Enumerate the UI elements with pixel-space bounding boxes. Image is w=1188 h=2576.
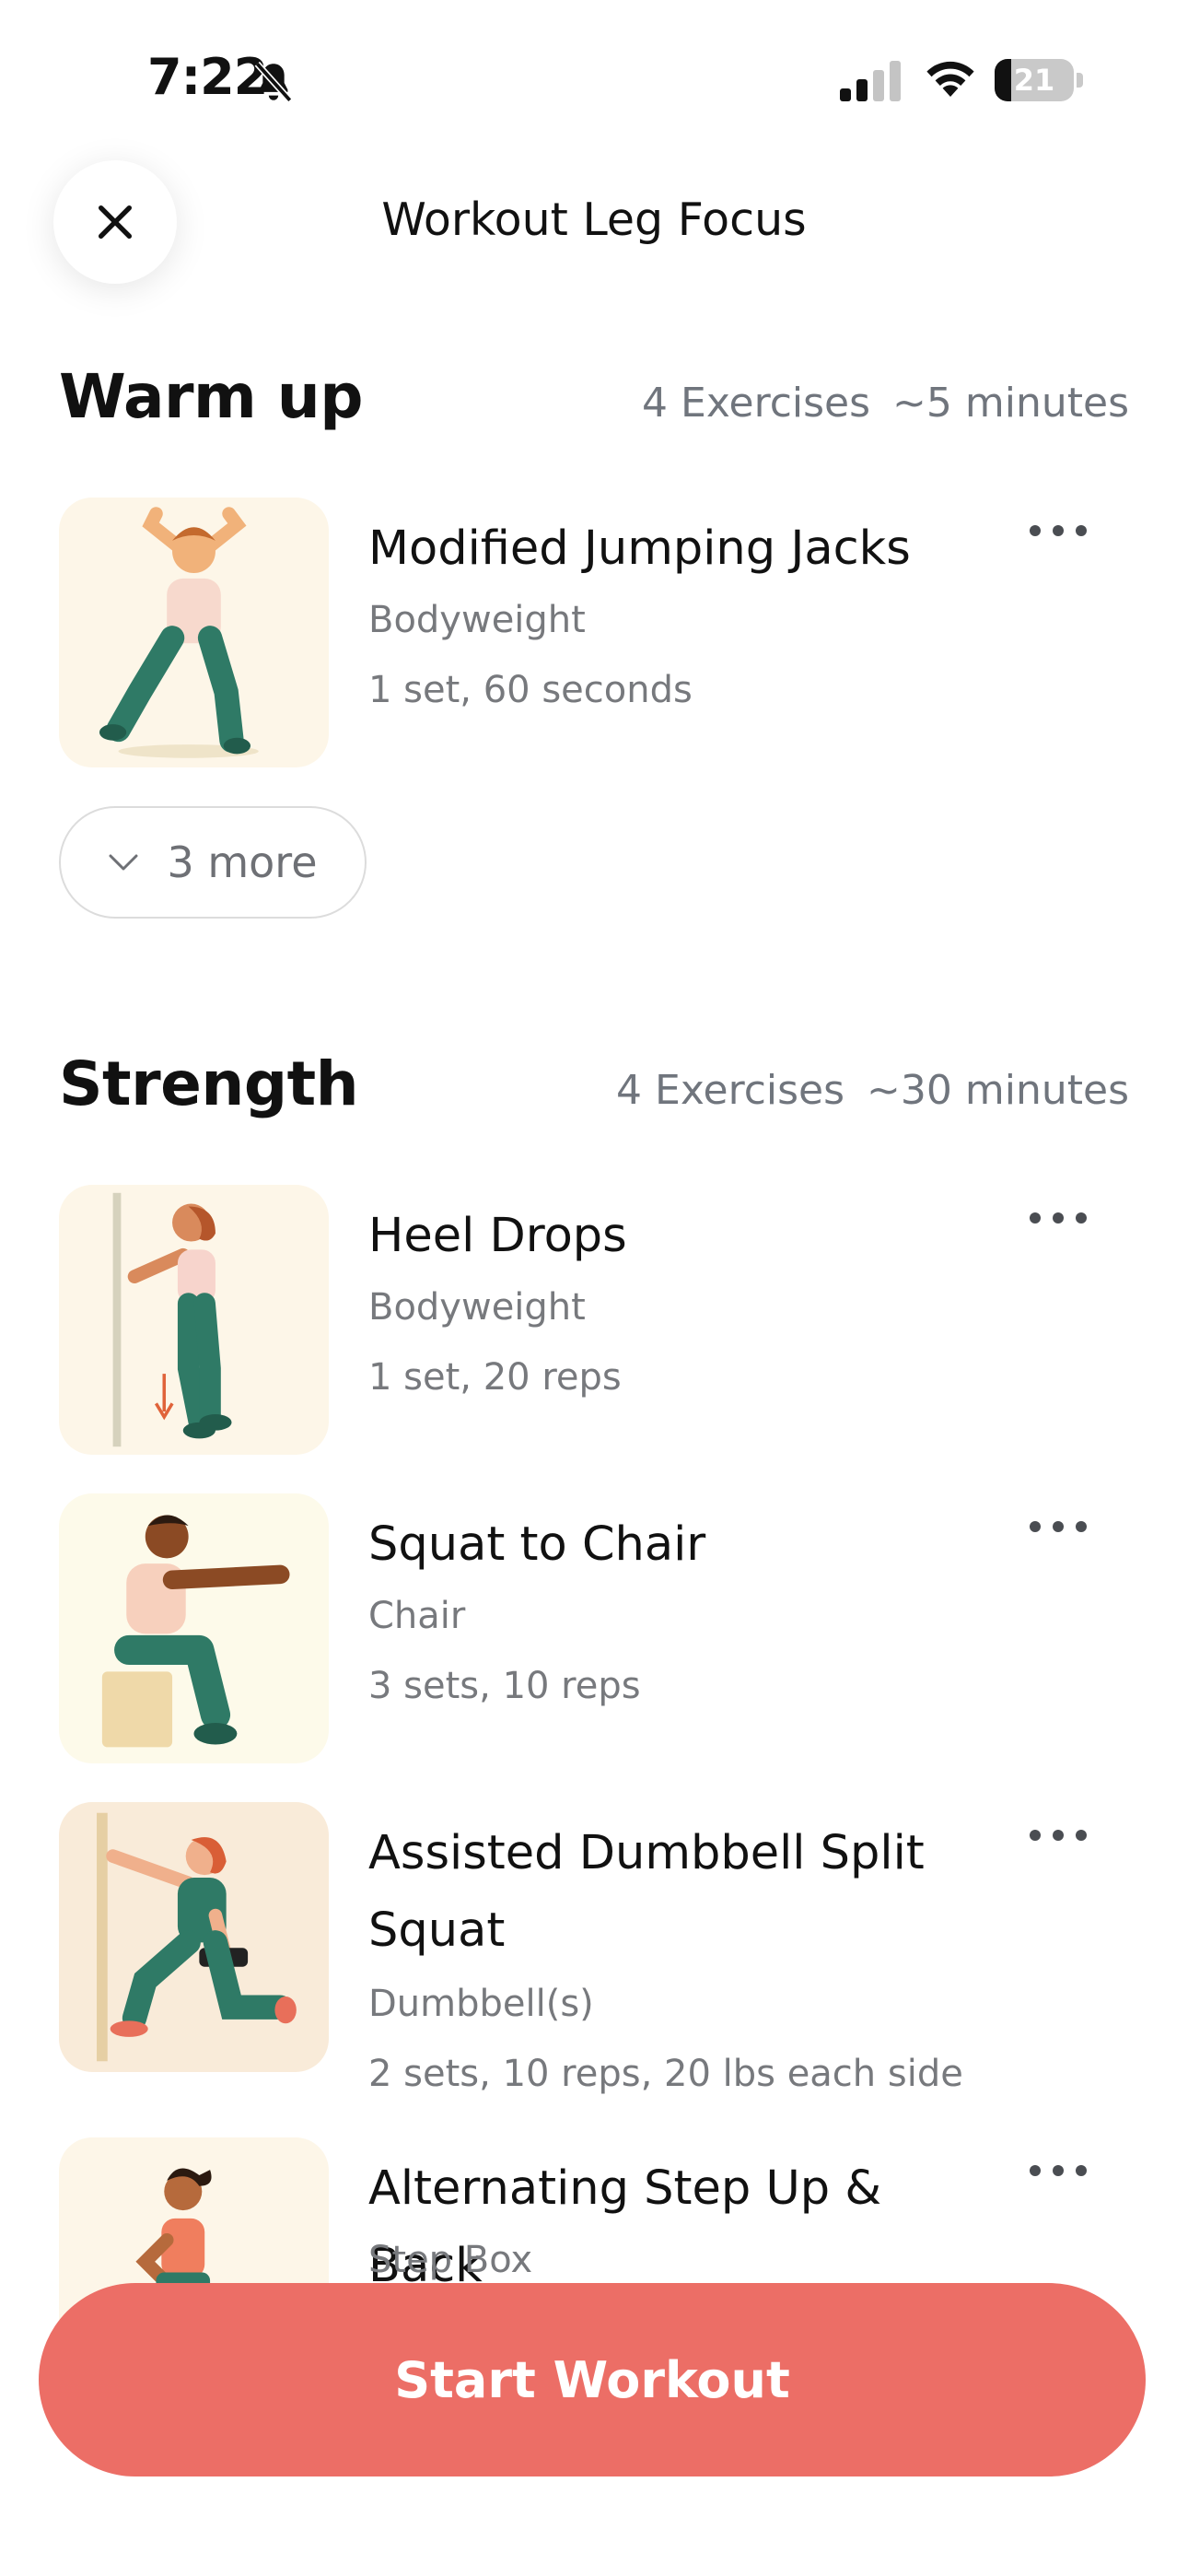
exercise-name: Heel Drops [368,1209,627,1263]
exercise-thumbnail [59,1493,329,1763]
exercise-name: Alternating Step Up & Back [368,2161,882,2293]
exercise-detail: 1 set, 60 seconds [368,669,693,711]
section-meta-warm-up: 4 Exercises ~5 minutes [642,380,1129,427]
exercise-equipment: Chair [368,1595,466,1637]
bell-slash-icon [254,61,293,103]
more-options-icon[interactable] [1030,1824,1087,1846]
cellular-signal-icon [840,61,901,101]
exercise-row-assisted-dumbbell-split-squat[interactable]: Assisted Dumbbell Split Squat Dumbbell(s… [59,1802,1129,2115]
exercise-row-modified-jumping-jacks[interactable]: Modified Jumping Jacks Bodyweight 1 set,… [59,498,1129,767]
show-more-label: 3 more [167,837,318,887]
section-meta-strength: 4 Exercises ~30 minutes [616,1067,1129,1114]
exercise-row-heel-drops[interactable]: Heel Drops Bodyweight 1 set, 20 reps [59,1185,1129,1455]
section-title-strength: Strength [59,1048,359,1119]
more-options-icon[interactable] [1030,2160,1087,2182]
exercise-equipment: Bodyweight [368,599,586,641]
exercise-name: Modified Jumping Jacks [368,521,911,576]
section-title-warm-up: Warm up [59,361,364,432]
start-workout-label: Start Workout [394,2350,790,2409]
battery-level: 21 [1013,63,1055,98]
exercise-count: 4 Exercises [616,1067,845,1114]
exercise-equipment: Dumbbell(s) [368,1983,594,2025]
more-options-icon[interactable] [1030,520,1087,542]
exercise-detail: 3 sets, 10 reps [368,1665,641,1707]
chevron-down-icon [109,854,138,871]
exercise-count: 4 Exercises [642,380,871,427]
duration: ~5 minutes [892,380,1129,427]
page-title: Workout Leg Focus [381,193,807,246]
more-options-icon[interactable] [1030,1207,1087,1229]
exercise-thumbnail [59,1185,329,1455]
exercise-row-squat-to-chair[interactable]: Squat to Chair Chair 3 sets, 10 reps [59,1493,1129,1763]
start-workout-button[interactable]: Start Workout [39,2283,1146,2476]
more-options-icon[interactable] [1030,1516,1087,1538]
show-more-button[interactable]: 3 more [59,806,367,919]
exercise-name: Assisted Dumbbell Split Squat [368,1826,925,1958]
exercise-detail: 1 set, 20 reps [368,1356,622,1399]
exercise-equipment: Bodyweight [368,1286,586,1329]
exercise-thumbnail [59,498,329,767]
wifi-icon [926,61,974,97]
duration: ~30 minutes [867,1067,1129,1114]
battery-icon: 21 [995,59,1083,101]
exercise-equipment: Step Box [368,2239,533,2281]
status-bar: 7:22 21 [0,0,1188,157]
exercise-name: Squat to Chair [368,1517,706,1572]
exercise-detail: 2 sets, 10 reps, 20 lbs each side [368,2053,963,2095]
status-time: 7:22 [147,48,268,106]
exercise-thumbnail [59,1802,329,2072]
